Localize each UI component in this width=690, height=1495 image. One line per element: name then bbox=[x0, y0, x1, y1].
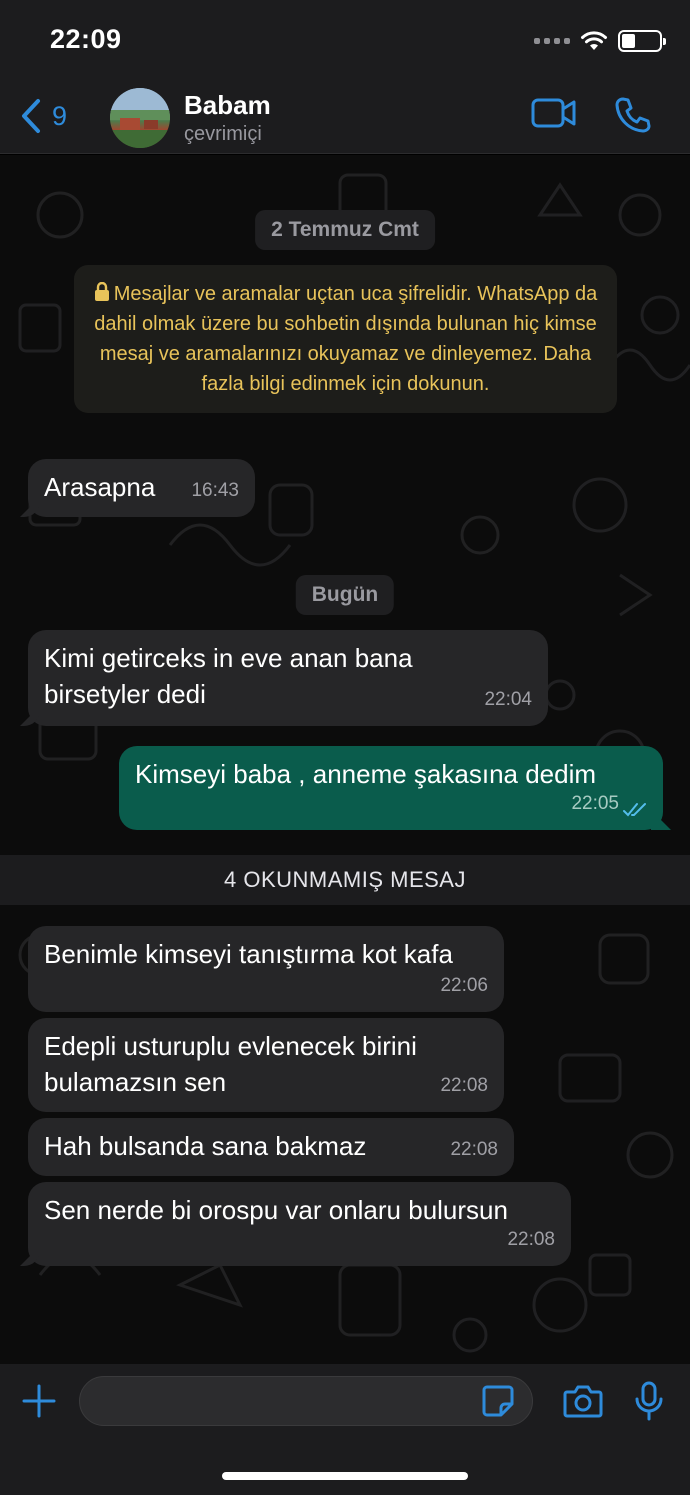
avatar-photo bbox=[110, 88, 170, 148]
message-time: 22:06 bbox=[440, 975, 488, 996]
message-text: Sen nerde bi orospu var onlaru bulursun bbox=[44, 1195, 508, 1225]
date-separator: 2 Temmuz Cmt bbox=[255, 210, 435, 250]
camera-button[interactable] bbox=[563, 1384, 603, 1423]
status-time: 22:09 bbox=[50, 24, 122, 54]
message-text: Benimle kimseyi tanıştırma kot kafa bbox=[44, 939, 453, 969]
message-incoming[interactable]: Sen nerde bi orospu var onlaru bulursun … bbox=[28, 1182, 571, 1266]
message-incoming[interactable]: Hah bulsanda sana bakmaz 22:08 bbox=[28, 1118, 514, 1176]
sticker-button[interactable] bbox=[481, 1384, 515, 1423]
status-bar: 22:09 bbox=[0, 0, 690, 78]
message-time: 16:43 bbox=[191, 480, 239, 501]
message-text: Kimi getirceks in eve anan bana birsetyl… bbox=[44, 643, 413, 709]
message-text: Hah bulsanda sana bakmaz bbox=[44, 1131, 367, 1161]
avatar[interactable] bbox=[110, 88, 170, 148]
unread-chats-count: 9 bbox=[52, 100, 68, 131]
microphone-icon bbox=[635, 1381, 663, 1421]
message-text: Kimseyi baba , anneme şakasına dedim bbox=[135, 759, 597, 789]
message-outgoing[interactable]: Kimseyi baba , anneme şakasına dedim 22:… bbox=[119, 746, 663, 830]
wifi-icon bbox=[581, 31, 607, 50]
message-incoming[interactable]: Edepli usturuplu evlenecek birini bulama… bbox=[28, 1018, 504, 1112]
unread-messages-separator: 4 OKUNMAMIŞ MESAJ bbox=[0, 855, 690, 905]
message-time: 22:08 bbox=[450, 1139, 498, 1160]
camera-icon bbox=[563, 1385, 603, 1418]
chevron-left-icon bbox=[22, 99, 40, 133]
message-text: Edepli usturuplu evlenecek birini bulama… bbox=[44, 1031, 417, 1097]
contact-name[interactable]: Babam bbox=[184, 90, 271, 121]
cellular-signal-icon bbox=[534, 38, 570, 44]
message-input[interactable] bbox=[79, 1376, 533, 1426]
battery-level bbox=[622, 34, 635, 48]
contact-status: çevrimiçi bbox=[184, 123, 262, 145]
message-time: 22:08 bbox=[440, 1075, 488, 1096]
phone-icon bbox=[615, 97, 651, 133]
sticker-icon bbox=[482, 1385, 514, 1417]
plus-icon bbox=[22, 1384, 56, 1418]
message-incoming[interactable]: Kimi getirceks in eve anan bana birsetyl… bbox=[28, 630, 548, 726]
date-separator: Bugün bbox=[295, 575, 395, 615]
chat-area[interactable]: 2 Temmuz Cmt Mesajlar ve aramalar uçtan … bbox=[0, 155, 690, 1364]
attach-button[interactable] bbox=[22, 1384, 56, 1423]
read-receipt-icon bbox=[623, 803, 646, 817]
status-icons bbox=[534, 30, 666, 52]
lock-icon bbox=[94, 281, 109, 301]
chat-header: 9 Babam çevrimiçi bbox=[0, 78, 690, 154]
message-time: 22:04 bbox=[484, 689, 532, 710]
message-time: 22:05 bbox=[571, 793, 619, 814]
encryption-notice-text: Mesajlar ve aramalar uçtan uca şifrelidi… bbox=[94, 283, 598, 395]
home-indicator[interactable] bbox=[222, 1472, 468, 1480]
voice-message-button[interactable] bbox=[634, 1381, 664, 1426]
video-call-icon bbox=[531, 98, 576, 128]
message-time: 22:08 bbox=[507, 1229, 555, 1250]
back-button[interactable]: 9 bbox=[20, 98, 67, 134]
message-incoming[interactable]: Arasapna 16:43 bbox=[28, 459, 255, 517]
voice-call-button[interactable] bbox=[614, 96, 652, 139]
battery-icon bbox=[618, 30, 666, 52]
video-call-button[interactable] bbox=[531, 96, 577, 135]
message-incoming[interactable]: Benimle kimseyi tanıştırma kot kafa 22:0… bbox=[28, 926, 504, 1012]
encryption-notice[interactable]: Mesajlar ve aramalar uçtan uca şifrelidi… bbox=[74, 265, 617, 413]
input-bar bbox=[0, 1364, 690, 1495]
